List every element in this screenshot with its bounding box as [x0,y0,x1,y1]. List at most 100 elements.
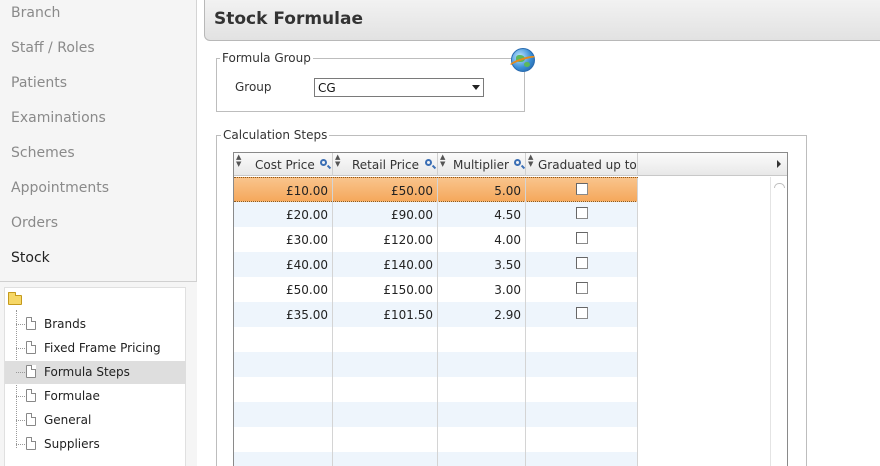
table-cell[interactable] [438,327,526,352]
column-header-graduated-up-to[interactable]: ▲ ▼ Graduated up to [526,153,638,176]
tree-item-fixed-frame-pricing[interactable]: Fixed Frame Pricing [5,337,186,360]
search-icon[interactable] [320,159,327,166]
table-row[interactable]: £30.00 £120.00 4.00 [234,227,638,252]
tree-item-suppliers[interactable]: Suppliers [5,433,186,456]
table-cell[interactable] [526,402,638,427]
table-cell[interactable]: £10.00 [234,178,333,203]
table-cell[interactable] [234,452,333,466]
sort-icon[interactable]: ▲ ▼ [528,154,533,168]
table-cell[interactable] [526,327,638,352]
globe-refresh-icon[interactable] [507,48,539,72]
table-cell[interactable]: £20.00 [234,202,333,227]
vertical-scrollbar[interactable] [770,177,787,466]
table-row-empty[interactable] [234,327,638,352]
table-row[interactable]: £35.00 £101.50 2.90 [234,302,638,327]
tree-item-label: Fixed Frame Pricing [44,341,161,355]
graduated-checkbox[interactable] [576,282,588,294]
table-cell[interactable] [438,452,526,466]
table-cell[interactable] [333,352,438,377]
table-cell[interactable] [526,178,638,203]
table-cell[interactable] [526,277,638,302]
tree-item-brands[interactable]: Brands [5,313,186,336]
search-icon[interactable] [514,159,521,166]
table-cell[interactable] [438,352,526,377]
table-cell[interactable]: 3.00 [438,277,526,302]
tree-item-general[interactable]: General [5,409,186,432]
scroll-thumb[interactable] [774,183,785,188]
table-row-empty[interactable] [234,402,638,427]
table-cell[interactable] [526,227,638,252]
table-cell[interactable] [526,352,638,377]
search-icon[interactable] [425,159,432,166]
table-row[interactable]: £50.00 £150.00 3.00 [234,277,638,302]
nav-staff-roles[interactable]: Staff / Roles [11,40,95,56]
folder-icon[interactable] [8,292,22,305]
column-header-cost-price[interactable]: ▲ ▼ Cost Price [234,153,333,176]
table-cell[interactable]: £40.00 [234,252,333,277]
tree-item-formula-steps[interactable]: Formula Steps [5,361,186,384]
nav-appointments[interactable]: Appointments [11,180,109,196]
table-row-empty[interactable] [234,452,638,466]
table-cell[interactable]: £150.00 [333,277,438,302]
table-row-empty[interactable] [234,427,638,452]
table-row[interactable]: £20.00 £90.00 4.50 [234,202,638,227]
nav-examinations[interactable]: Examinations [11,110,106,126]
group-select[interactable]: CG [314,78,484,97]
graduated-checkbox[interactable] [576,207,588,219]
table-cell[interactable] [526,202,638,227]
stock-tree-panel: Brands Fixed Frame Pricing Formula Steps… [0,281,197,466]
nav-orders[interactable]: Orders [11,215,58,231]
table-cell[interactable] [526,302,638,327]
table-cell[interactable]: 4.50 [438,202,526,227]
sort-icon[interactable]: ▲ ▼ [440,154,445,168]
table-cell[interactable]: 4.00 [438,227,526,252]
table-cell[interactable]: 3.50 [438,252,526,277]
table-cell[interactable] [526,427,638,452]
graduated-checkbox[interactable] [576,232,588,244]
table-cell[interactable] [526,252,638,277]
table-cell[interactable] [438,377,526,402]
nav-branch[interactable]: Branch [11,5,60,21]
table-cell[interactable] [526,452,638,466]
column-header-multiplier[interactable]: ▲ ▼ Multiplier [438,153,526,176]
table-row[interactable]: £10.00 £50.00 5.00 [234,177,638,203]
table-cell[interactable]: £30.00 [234,227,333,252]
table-cell[interactable]: £101.50 [333,302,438,327]
graduated-checkbox[interactable] [576,183,588,195]
table-cell[interactable]: £50.00 [333,178,438,203]
table-cell[interactable]: £35.00 [234,302,333,327]
table-cell[interactable] [234,427,333,452]
graduated-checkbox[interactable] [576,257,588,269]
table-cell[interactable] [333,427,438,452]
graduated-checkbox[interactable] [576,307,588,319]
table-cell[interactable]: 5.00 [438,178,526,203]
table-cell[interactable]: £90.00 [333,202,438,227]
table-cell[interactable] [234,327,333,352]
table-cell[interactable] [333,377,438,402]
table-cell[interactable] [333,327,438,352]
nav-patients[interactable]: Patients [11,75,67,91]
sort-icon[interactable]: ▲ ▼ [335,154,340,168]
table-cell[interactable] [438,402,526,427]
table-row-empty[interactable] [234,377,638,402]
table-cell[interactable] [333,402,438,427]
table-cell[interactable] [438,427,526,452]
nav-schemes[interactable]: Schemes [11,145,75,161]
table-cell[interactable]: 2.90 [438,302,526,327]
column-header-retail-price[interactable]: ▲ ▼ Retail Price [333,153,438,176]
table-row-empty[interactable] [234,352,638,377]
cell-value: 4.00 [494,233,521,247]
tree-item-formulae[interactable]: Formulae [5,385,186,408]
table-cell[interactable]: £50.00 [234,277,333,302]
scroll-right-icon[interactable] [777,160,781,168]
sort-icon[interactable]: ▲ ▼ [236,154,241,168]
table-cell[interactable]: £120.00 [333,227,438,252]
table-cell[interactable] [234,352,333,377]
table-cell[interactable] [526,377,638,402]
table-row[interactable]: £40.00 £140.00 3.50 [234,252,638,277]
table-cell[interactable] [333,452,438,466]
table-cell[interactable]: £140.00 [333,252,438,277]
table-cell[interactable] [234,377,333,402]
nav-stock[interactable]: Stock [11,250,50,266]
table-cell[interactable] [234,402,333,427]
